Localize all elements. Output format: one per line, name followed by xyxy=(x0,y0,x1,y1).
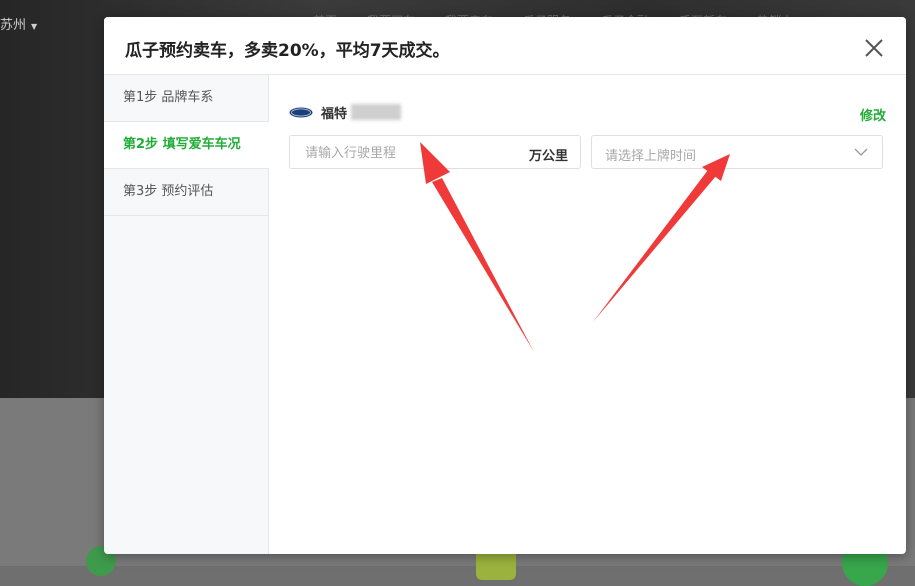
close-icon xyxy=(865,39,883,57)
modify-link[interactable]: 修改 xyxy=(860,105,886,124)
step-brand-series[interactable]: 第1步 品牌车系 xyxy=(104,75,268,122)
close-button[interactable] xyxy=(864,38,884,58)
step-appointment[interactable]: 第3步 预约评估 xyxy=(104,169,268,216)
mileage-field[interactable]: 万公里 xyxy=(289,135,581,170)
city-label: 苏州 xyxy=(0,18,27,33)
step-car-condition[interactable]: 第2步 填写爱车车况 xyxy=(104,122,269,169)
car-brand: 福特 xyxy=(321,106,348,122)
mileage-unit: 万公里 xyxy=(528,149,568,164)
chevron-down-icon xyxy=(854,148,868,156)
mileage-input[interactable] xyxy=(303,136,517,170)
ford-logo-icon xyxy=(289,107,313,117)
background-icon xyxy=(476,550,516,580)
selected-car: 福特 xyxy=(289,104,402,122)
steps-sidebar: 第1步 品牌车系 第2步 填写爱车车况 第3步 预约评估 xyxy=(104,75,269,554)
register-date-placeholder: 请选择上牌时间 xyxy=(605,149,697,164)
city-selector[interactable]: 苏州 ▼ xyxy=(0,14,37,33)
modal-header: 瓜子预约卖车，多卖20%，平均7天成交。 xyxy=(104,17,906,75)
caret-down-icon: ▼ xyxy=(31,22,38,31)
modal-title: 瓜子预约卖车，多卖20%，平均7天成交。 xyxy=(125,41,450,61)
register-date-select[interactable]: 请选择上牌时间 xyxy=(591,135,883,169)
redacted-model xyxy=(351,104,402,120)
sell-car-modal: 瓜子预约卖车，多卖20%，平均7天成交。 第1步 品牌车系 第2步 填写爱车车况… xyxy=(104,17,906,554)
